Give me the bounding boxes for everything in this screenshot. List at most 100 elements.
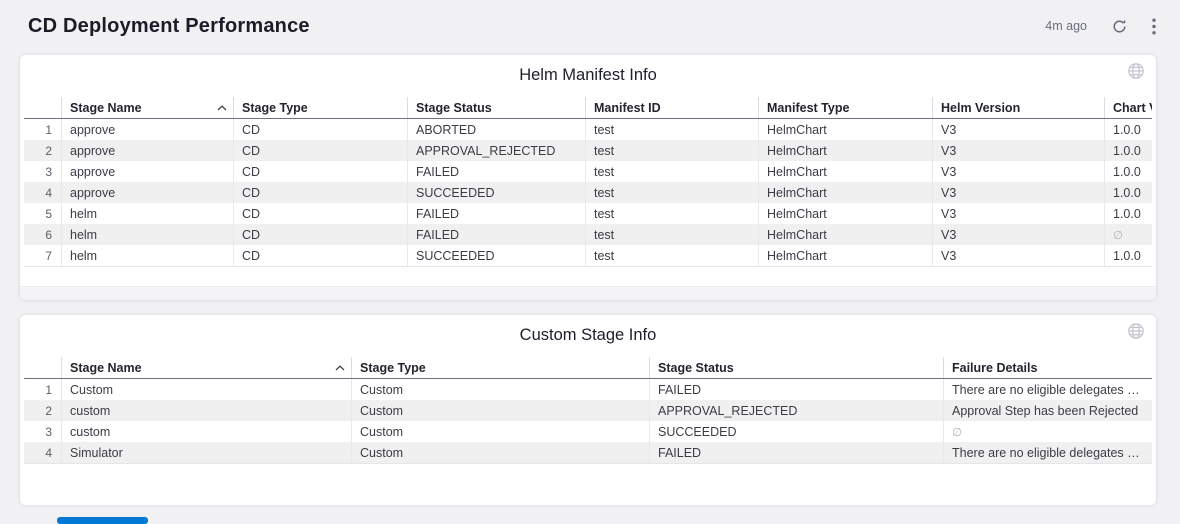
table-cell: approve: [62, 140, 234, 161]
globe-icon[interactable]: [1127, 322, 1145, 340]
horizontal-scrollbar[interactable]: [20, 286, 1156, 300]
column-header-label: Stage Name: [70, 361, 142, 375]
table-cell: approve: [62, 182, 234, 203]
column-header-manifest-id[interactable]: Manifest ID: [586, 97, 759, 119]
refresh-icon[interactable]: [1111, 18, 1128, 35]
page-horizontal-scrollbar-thumb[interactable]: [57, 517, 148, 524]
column-header-label: Stage Status: [658, 361, 734, 375]
row-number: 1: [24, 379, 62, 401]
globe-icon[interactable]: [1127, 62, 1145, 80]
table-cell: 1.0.0: [1105, 161, 1153, 182]
table-row[interactable]: 2customCustomAPPROVAL_REJECTEDApproval S…: [24, 400, 1152, 421]
table-cell: V3: [933, 140, 1105, 161]
table-row[interactable]: 7helmCDSUCCEEDEDtestHelmChartV31.0.0: [24, 245, 1152, 267]
helm-manifest-info-panel: Helm Manifest Info Stage NameStage TypeS…: [20, 55, 1156, 300]
table-cell: FAILED: [408, 224, 586, 245]
column-header-stage-name[interactable]: Stage Name: [62, 357, 352, 379]
row-number: 6: [24, 224, 62, 245]
table-cell: ∅: [944, 421, 1153, 442]
table-row[interactable]: 1approveCDABORTEDtestHelmChartV31.0.0: [24, 119, 1152, 141]
table-cell: V3: [933, 224, 1105, 245]
table-cell: HelmChart: [759, 182, 933, 203]
column-header-label: Stage Status: [416, 101, 492, 115]
column-header-stage-name[interactable]: Stage Name: [62, 97, 234, 119]
row-number: 4: [24, 182, 62, 203]
column-header-helm-version[interactable]: Helm Version: [933, 97, 1105, 119]
table-cell: CD: [234, 224, 408, 245]
row-number: 1: [24, 119, 62, 141]
row-number: 3: [24, 161, 62, 182]
sort-asc-icon: [217, 105, 227, 111]
row-number: 7: [24, 245, 62, 267]
table-cell: ∅: [1105, 224, 1153, 245]
row-number: 2: [24, 400, 62, 421]
table-row[interactable]: 4approveCDSUCCEEDEDtestHelmChartV31.0.0: [24, 182, 1152, 203]
table-cell: FAILED: [650, 379, 944, 401]
table-cell: test: [586, 203, 759, 224]
table-cell: test: [586, 224, 759, 245]
table-cell: SUCCEEDED: [408, 182, 586, 203]
table-cell: test: [586, 161, 759, 182]
column-header-chart-version[interactable]: Chart Version: [1105, 97, 1153, 119]
row-number-header: [24, 357, 62, 379]
table-cell: CD: [234, 203, 408, 224]
panel-title: Custom Stage Info: [520, 326, 657, 345]
table-cell: helm: [62, 245, 234, 267]
table-row[interactable]: 5helmCDFAILEDtestHelmChartV31.0.0: [24, 203, 1152, 224]
row-number-header: [24, 97, 62, 119]
table-cell: Custom: [352, 400, 650, 421]
table-cell: test: [586, 182, 759, 203]
table-row[interactable]: 1CustomCustomFAILEDThere are no eligible…: [24, 379, 1152, 401]
table-cell: V3: [933, 203, 1105, 224]
custom-stage-table: Stage Name Stage Type Stage Status Failure …: [24, 357, 1152, 464]
table-cell: Custom: [352, 421, 650, 442]
column-header-label: Stage Type: [242, 101, 308, 115]
table-cell: HelmChart: [759, 203, 933, 224]
table-row[interactable]: 6helmCDFAILEDtestHelmChartV3∅: [24, 224, 1152, 245]
table-cell: There are no eligible delegates availabl…: [944, 379, 1153, 401]
column-header-label: Helm Version: [941, 101, 1020, 115]
row-number: 3: [24, 421, 62, 442]
kebab-menu-icon[interactable]: [1152, 18, 1156, 35]
table-cell: CD: [234, 245, 408, 267]
column-header-stage-status[interactable]: Stage Status: [408, 97, 586, 119]
column-header-label: Manifest ID: [594, 101, 661, 115]
table-cell: FAILED: [650, 442, 944, 464]
table-cell: There are no eligible delegates availabl…: [944, 442, 1153, 464]
table-cell: HelmChart: [759, 245, 933, 267]
row-number: 4: [24, 442, 62, 464]
column-header-stage-status[interactable]: Stage Status: [650, 357, 944, 379]
table-row[interactable]: 3customCustomSUCCEEDED∅: [24, 421, 1152, 442]
table-cell: CD: [234, 182, 408, 203]
table-row[interactable]: 3approveCDFAILEDtestHelmChartV31.0.0: [24, 161, 1152, 182]
table-cell: SUCCEEDED: [650, 421, 944, 442]
table-cell: V3: [933, 161, 1105, 182]
table-cell: 1.0.0: [1105, 245, 1153, 267]
table-cell: custom: [62, 421, 352, 442]
helm-manifest-table: Stage Name Stage Type Stage Status Manifest…: [24, 97, 1152, 267]
table-row[interactable]: 2approveCDAPPROVAL_REJECTEDtestHelmChart…: [24, 140, 1152, 161]
table-cell: Custom: [62, 379, 352, 401]
row-number: 5: [24, 203, 62, 224]
table-header-row: Stage Name Stage Type Stage Status Failure …: [24, 357, 1152, 379]
table-cell: CD: [234, 119, 408, 141]
column-header-failure-details[interactable]: Failure Details: [944, 357, 1153, 379]
table-cell: HelmChart: [759, 119, 933, 141]
table-row[interactable]: 4SimulatorCustomFAILEDThere are no eligi…: [24, 442, 1152, 464]
table-cell: approve: [62, 161, 234, 182]
table-cell: HelmChart: [759, 224, 933, 245]
column-header-stage-type[interactable]: Stage Type: [352, 357, 650, 379]
column-header-manifest-type[interactable]: Manifest Type: [759, 97, 933, 119]
table-cell: Simulator: [62, 442, 352, 464]
sort-asc-icon: [335, 365, 345, 371]
table-cell: 1.0.0: [1105, 140, 1153, 161]
dashboard-header: CD Deployment Performance 4m ago: [0, 0, 1180, 43]
table-cell: APPROVAL_REJECTED: [408, 140, 586, 161]
column-header-stage-type[interactable]: Stage Type: [234, 97, 408, 119]
panel-header: Helm Manifest Info: [20, 55, 1156, 97]
table-header-row: Stage Name Stage Type Stage Status Manifest…: [24, 97, 1152, 119]
table-cell: 1.0.0: [1105, 203, 1153, 224]
table-cell: FAILED: [408, 161, 586, 182]
table-cell: 1.0.0: [1105, 119, 1153, 141]
table-cell: ABORTED: [408, 119, 586, 141]
